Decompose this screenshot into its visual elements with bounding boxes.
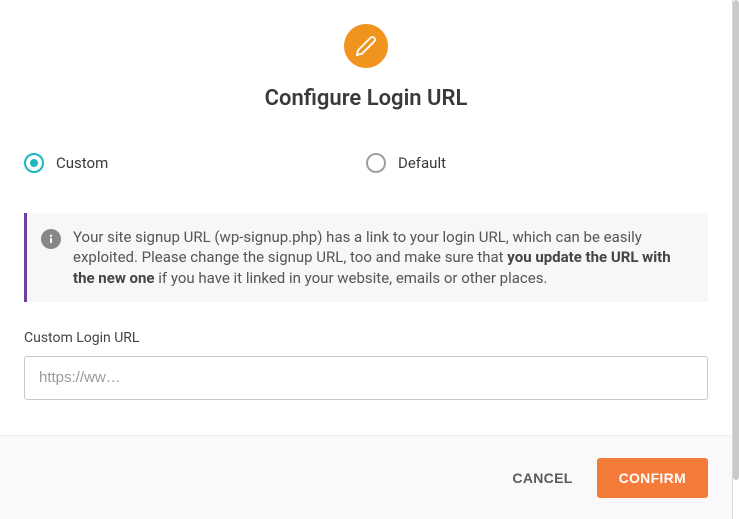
radio-option-default[interactable]: Default: [366, 153, 708, 173]
modal-content: Configure Login URL Custom Default: [0, 0, 732, 435]
radio-label-custom: Custom: [56, 154, 108, 172]
custom-login-url-input[interactable]: [24, 356, 708, 400]
modal-footer: CANCEL CONFIRM: [0, 435, 732, 519]
url-type-radio-group: Custom Default: [24, 153, 708, 173]
info-icon: [41, 229, 61, 249]
radio-option-custom[interactable]: Custom: [24, 153, 366, 173]
scrollbar-thumb[interactable]: [733, 0, 739, 480]
notice-text-part2: if you have it linked in your website, e…: [155, 269, 548, 287]
scrollbar-track[interactable]: [733, 0, 739, 519]
info-notice: Your site signup URL (wp-signup.php) has…: [24, 213, 708, 302]
custom-login-url-label: Custom Login URL: [24, 330, 708, 346]
radio-dot-icon: [30, 159, 38, 167]
cancel-button[interactable]: CANCEL: [512, 470, 572, 486]
notice-text: Your site signup URL (wp-signup.php) has…: [73, 227, 690, 288]
radio-icon: [366, 153, 386, 173]
header-icon-wrap: [24, 24, 708, 68]
confirm-button[interactable]: CONFIRM: [597, 458, 708, 498]
radio-icon: [24, 153, 44, 173]
pencil-icon: [344, 24, 388, 68]
configure-login-url-modal: Configure Login URL Custom Default: [0, 0, 733, 519]
radio-label-default: Default: [398, 154, 446, 172]
modal-title: Configure Login URL: [24, 86, 708, 111]
